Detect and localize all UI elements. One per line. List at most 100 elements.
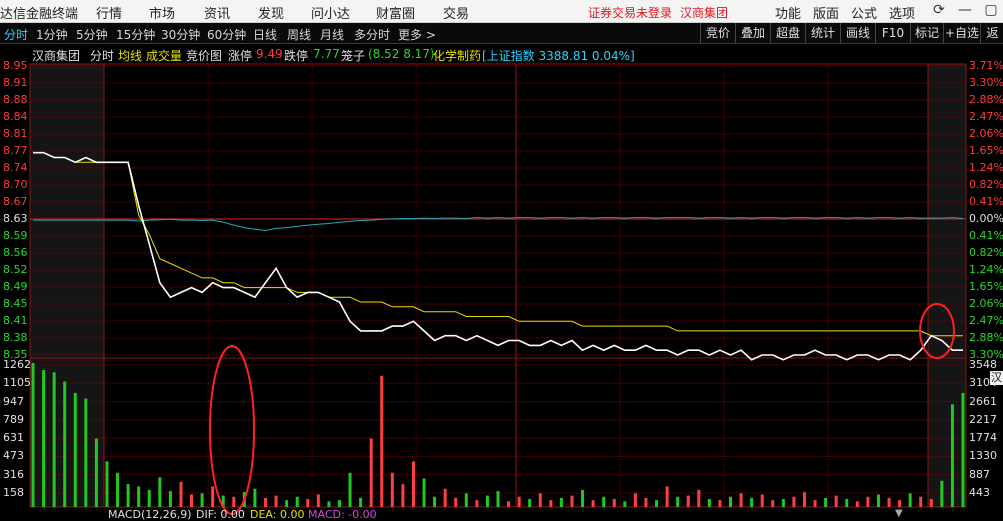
macd-value: MACD: -0.00 bbox=[308, 508, 377, 521]
menu-wenxiaoda[interactable]: 问小达 bbox=[311, 3, 350, 22]
back-button[interactable]: 返回 bbox=[980, 23, 1003, 43]
auction-volume-tick-label: 1330 bbox=[969, 449, 997, 463]
volume-bar bbox=[834, 495, 838, 507]
volume-bar bbox=[94, 438, 98, 507]
tab-5min[interactable]: 5分钟 bbox=[76, 26, 108, 43]
sector-label[interactable]: 化学制药 bbox=[433, 47, 481, 64]
tab-15min[interactable]: 15分钟 bbox=[116, 26, 155, 43]
percent-tick-label: 0.82% bbox=[969, 178, 1003, 191]
menu-banmian[interactable]: 版面 bbox=[813, 3, 839, 22]
auction-button[interactable]: 竞价 bbox=[700, 23, 735, 43]
macd-collapse-icon[interactable]: ▼ bbox=[895, 508, 903, 519]
index-info[interactable]: [上证指数 3388.81 0.04%] bbox=[482, 47, 635, 64]
price-tick-label: 8.38 bbox=[3, 331, 28, 344]
tab-60min[interactable]: 60分钟 bbox=[207, 26, 246, 43]
price-tick-label: 8.91 bbox=[3, 76, 28, 89]
f10-button[interactable]: F10 bbox=[875, 23, 910, 43]
price-tick-label: 8.59 bbox=[3, 229, 28, 242]
tab-more[interactable]: 更多 > bbox=[398, 26, 436, 43]
volume-bar bbox=[475, 500, 479, 507]
volume-bar bbox=[676, 496, 680, 507]
overlay-button[interactable]: 叠加 bbox=[735, 23, 770, 43]
menu-xuanxiang[interactable]: 选项 bbox=[889, 3, 915, 22]
tab-1min[interactable]: 1分钟 bbox=[36, 26, 68, 43]
volume-bar bbox=[633, 493, 637, 507]
menu-faxian[interactable]: 发现 bbox=[258, 3, 284, 22]
price-tick-label: 8.74 bbox=[3, 161, 28, 174]
auction-chart-label[interactable]: 竞价图 bbox=[186, 47, 222, 64]
refresh-icon[interactable]: ⟳ bbox=[931, 2, 947, 18]
limit-down-value: 7.77 bbox=[313, 47, 340, 61]
volume-bar bbox=[190, 494, 194, 507]
tab-30min[interactable]: 30分钟 bbox=[161, 26, 200, 43]
price-line[interactable] bbox=[33, 151, 963, 361]
percent-tick-label: 0.82% bbox=[969, 246, 1003, 259]
volume-bar bbox=[855, 501, 859, 507]
volume-tick-label: 1105 bbox=[3, 376, 31, 390]
percent-tick-label: 2.47% bbox=[969, 314, 1003, 327]
tab-weekly[interactable]: 周线 bbox=[287, 26, 311, 43]
volume-bar bbox=[845, 499, 849, 507]
draw-line-button[interactable]: 画线 bbox=[840, 23, 875, 43]
side-tab[interactable]: 汉 bbox=[990, 371, 1003, 385]
volume-bar bbox=[686, 495, 690, 507]
volume-bar bbox=[137, 486, 141, 507]
period-toolbar: 分时 1分钟 5分钟 15分钟 30分钟 60分钟 日线 周线 月线 多分时 更… bbox=[0, 23, 1003, 44]
menu-zixun[interactable]: 资讯 bbox=[204, 3, 230, 22]
volume-bar bbox=[73, 392, 77, 507]
volume-bar bbox=[517, 496, 521, 507]
menu-caifuquan[interactable]: 财富圈 bbox=[376, 3, 415, 22]
menu-gongneng[interactable]: 功能 bbox=[775, 3, 801, 22]
menu-shichang[interactable]: 市场 bbox=[149, 3, 175, 22]
menu-jiaoyi[interactable]: 交易 bbox=[443, 3, 469, 22]
volume-bar bbox=[411, 461, 415, 507]
menu-hangqing[interactable]: 行情 bbox=[96, 3, 122, 22]
volume-bar bbox=[464, 493, 468, 507]
volume-bar bbox=[211, 486, 215, 507]
volume-tick-label: 316 bbox=[3, 467, 24, 481]
mark-button[interactable]: 标记 bbox=[910, 23, 943, 43]
volume-bar bbox=[697, 489, 701, 507]
volume-bar bbox=[359, 497, 363, 507]
app-title: 达信金融终端 bbox=[0, 7, 79, 22]
price-tick-label: 8.56 bbox=[3, 246, 28, 259]
volume-bar bbox=[760, 494, 764, 507]
stock-name: 汉商集团 bbox=[32, 49, 81, 63]
tab-monthly[interactable]: 月线 bbox=[320, 26, 344, 43]
price-tick-label: 8.84 bbox=[3, 110, 28, 123]
add-watchlist-button[interactable]: +自选 bbox=[943, 23, 980, 43]
trade-login-status[interactable]: 证券交易未登录 bbox=[588, 4, 672, 21]
annotation-circle-volume bbox=[209, 345, 255, 515]
volume-bar bbox=[168, 491, 172, 507]
volume-bar bbox=[739, 493, 743, 507]
volume-bar bbox=[285, 500, 289, 507]
minimize-icon[interactable]: — bbox=[957, 2, 973, 18]
volume-bar bbox=[337, 500, 341, 507]
price-tick-label: 8.95 bbox=[3, 59, 28, 72]
volume-bar bbox=[940, 480, 944, 507]
volume-bar bbox=[528, 499, 532, 507]
volume-bar bbox=[42, 370, 46, 507]
auction-panel-right bbox=[928, 64, 966, 507]
menu-bar: 达信金融终端 行情 市场 资讯 发现 问小达 财富圈 交易 证券交易未登录 汉商… bbox=[0, 0, 1003, 23]
percent-tick-label: 2.88% bbox=[969, 93, 1003, 106]
price-tick-label: 8.81 bbox=[3, 127, 28, 140]
tab-fenshi[interactable]: 分时 bbox=[4, 26, 28, 43]
volume-bar bbox=[422, 478, 426, 507]
macd-label[interactable]: MACD(12,26,9) bbox=[108, 508, 192, 521]
tab-daily[interactable]: 日线 bbox=[253, 26, 277, 43]
menu-gongshi[interactable]: 公式 bbox=[851, 3, 877, 22]
tab-multi-fenshi[interactable]: 多分时 bbox=[354, 26, 390, 43]
chart-canvas[interactable] bbox=[0, 0, 1003, 521]
volume-bar bbox=[390, 472, 394, 507]
super-button[interactable]: 超盘 bbox=[770, 23, 805, 43]
volume-bar bbox=[559, 497, 563, 507]
maximize-icon[interactable]: ▢ bbox=[983, 2, 999, 18]
volume-bar bbox=[538, 493, 542, 507]
percent-tick-label: 0.41% bbox=[969, 229, 1003, 242]
auction-volume-tick-label: 2661 bbox=[969, 394, 997, 408]
percent-tick-label: 3.71% bbox=[969, 59, 1003, 72]
volume-bar bbox=[549, 500, 553, 507]
volume-bar bbox=[665, 486, 669, 507]
stats-button[interactable]: 统计 bbox=[805, 23, 840, 43]
